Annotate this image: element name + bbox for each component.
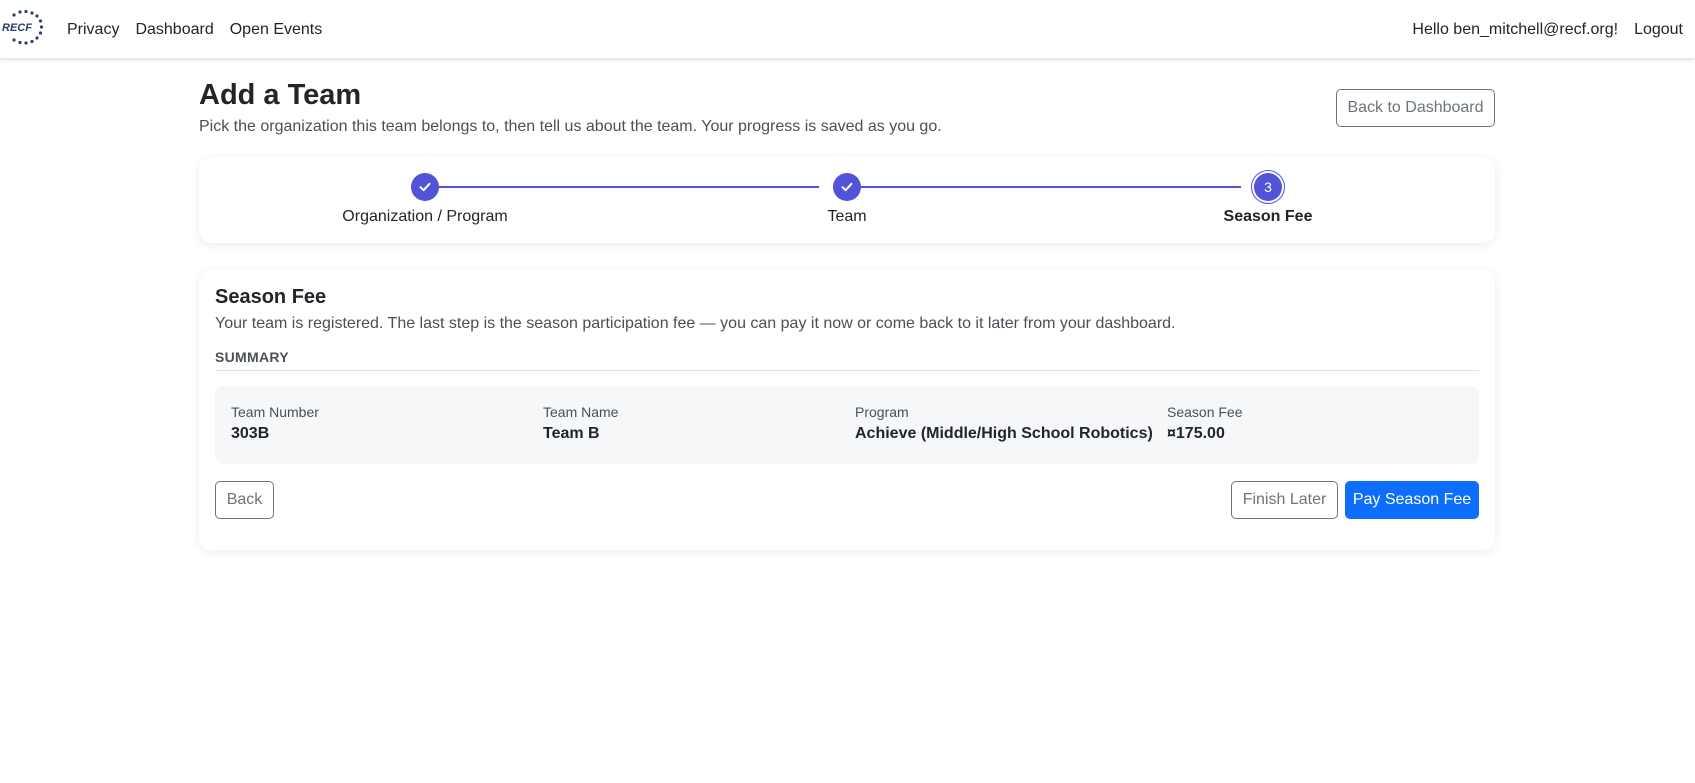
logo-text: RECF [2, 22, 32, 34]
summary-divider [215, 370, 1479, 371]
user-greeting: Hello ben_mitchell@recf.org! [1412, 20, 1619, 38]
summary-label: Team Number [231, 404, 319, 420]
step-connector-2 [847, 186, 1241, 188]
card-title: Season Fee [215, 286, 327, 308]
page-subtitle: Pick the organization this team belongs … [199, 118, 942, 135]
top-navbar: RECF Privacy Dashboard Open Events Hello… [0, 0, 1695, 59]
stepper-card: 3 Organization / Program Team Season Fee [199, 157, 1495, 243]
step-1-label: Organization / Program [342, 208, 508, 225]
summary-season-fee: Season Fee ¤175.00 [1167, 404, 1243, 443]
step-connector-1 [425, 186, 819, 188]
summary-program: Program Achieve (Middle/High School Robo… [855, 404, 1153, 443]
nav-links: Privacy Dashboard Open Events [67, 0, 338, 59]
step-3-label: Season Fee [1223, 208, 1313, 225]
summary-heading: SUMMARY [215, 349, 289, 365]
summary-value: ¤175.00 [1167, 425, 1225, 442]
summary-team-name: Team Name Team B [543, 404, 618, 443]
nav-link-dashboard[interactable]: Dashboard [135, 21, 213, 39]
card-description: Your team is registered. The last step i… [215, 315, 1176, 332]
step-2-label: Team [827, 208, 867, 225]
summary-value: Achieve (Middle/High School Robotics) [855, 425, 1153, 442]
pay-season-fee-button[interactable]: Pay Season Fee [1345, 481, 1479, 519]
back-to-dashboard-button[interactable]: Back to Dashboard [1336, 89, 1495, 127]
summary-label: Season Fee [1167, 404, 1243, 420]
check-icon [419, 182, 431, 192]
check-icon [841, 182, 853, 192]
nav-user-area: Hello ben_mitchell@recf.org! Logout [1412, 0, 1683, 59]
step-3-indicator: 3 [1254, 173, 1282, 201]
step-2-indicator [833, 173, 861, 201]
summary-value: 303B [231, 425, 270, 442]
summary-team-number: Team Number 303B [231, 404, 319, 443]
nav-link-open-events[interactable]: Open Events [230, 21, 323, 39]
summary-label: Team Name [543, 404, 619, 420]
page-title: Add a Team [199, 79, 362, 111]
summary-value: Team B [543, 425, 600, 442]
season-fee-card: Season Fee Your team is registered. The … [199, 270, 1495, 550]
summary-box: Team Number 303B Team Name Team B Progra… [215, 386, 1479, 464]
logout-link[interactable]: Logout [1634, 21, 1683, 39]
back-button[interactable]: Back [215, 481, 274, 519]
recf-logo[interactable]: RECF [2, 9, 46, 47]
nav-link-privacy[interactable]: Privacy [67, 21, 119, 39]
finish-later-button[interactable]: Finish Later [1231, 481, 1338, 519]
summary-label: Program [855, 404, 909, 420]
step-1-indicator [411, 173, 439, 201]
